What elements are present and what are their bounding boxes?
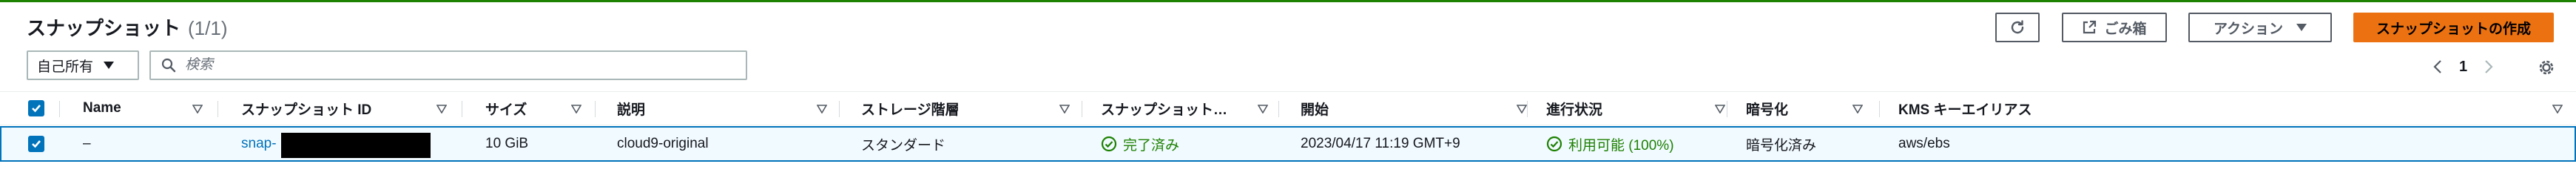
column-header-progress[interactable]: 進行状況: [1546, 92, 1602, 125]
cell-description: cloud9-original: [617, 136, 709, 151]
column-header-kms-alias[interactable]: KMS キーエイリアス: [1898, 92, 2032, 125]
check-icon: [32, 140, 41, 148]
select-all-checkbox[interactable]: [28, 92, 44, 125]
column-header-storage-tier[interactable]: ストレージ階層: [861, 92, 960, 125]
page-title-text: スナップショット: [27, 17, 181, 39]
cell-snapshot-id-link[interactable]: snap-: [241, 128, 277, 160]
cell-name: –: [83, 136, 91, 151]
column-separator: [1278, 101, 1279, 117]
actions-dropdown-button[interactable]: アクション: [2188, 13, 2332, 42]
owner-filter-value: 自己所有: [37, 59, 94, 75]
redacted-block: [281, 133, 431, 158]
column-separator: [1879, 101, 1880, 117]
column-separator: [1527, 101, 1528, 117]
column-separator: [839, 101, 840, 117]
table-row[interactable]: – snap- 10 GiB cloud9-original スタンダード 完了…: [0, 126, 2576, 162]
sort-caret-icon[interactable]: [1715, 105, 1725, 113]
sort-caret-icon[interactable]: [1059, 105, 1070, 113]
sort-caret-icon[interactable]: [571, 105, 581, 113]
search-icon: [161, 58, 176, 73]
cell-snapshot-status: 完了済み: [1101, 128, 1179, 160]
cell-storage-tier: スタンダード: [861, 137, 946, 154]
column-header-name[interactable]: Name: [83, 92, 121, 125]
sort-caret-icon[interactable]: [436, 105, 447, 113]
sort-caret-icon[interactable]: [1852, 105, 1863, 113]
external-link-icon: [2083, 20, 2097, 34]
column-header-description[interactable]: 説明: [617, 92, 645, 125]
chevron-left-icon[interactable]: [2432, 59, 2443, 75]
owner-filter-select[interactable]: 自己所有: [27, 50, 139, 80]
column-header-snapshot-id[interactable]: スナップショット ID: [241, 92, 371, 125]
column-header-started[interactable]: 開始: [1301, 92, 1329, 125]
cell-kms-alias: aws/ebs: [1898, 136, 1950, 151]
recycle-bin-label: ごみ箱: [2104, 21, 2147, 37]
top-status-border: [0, 0, 2576, 2]
refresh-button[interactable]: [1995, 13, 2040, 42]
check-circle-icon: [1546, 136, 1562, 152]
column-header-encryption[interactable]: 暗号化: [1746, 92, 1788, 125]
column-separator: [59, 101, 60, 117]
chevron-right-icon[interactable]: [2484, 59, 2494, 75]
recycle-bin-button[interactable]: ごみ箱: [2062, 13, 2167, 42]
sort-caret-icon[interactable]: [1517, 105, 1527, 113]
selection-count: (1/1): [188, 17, 228, 39]
refresh-icon: [2011, 20, 2024, 34]
cell-started: 2023/04/17 11:19 GMT+9: [1301, 136, 1460, 151]
column-header-snapshot-status[interactable]: スナップショット…: [1101, 92, 1227, 125]
create-snapshot-label: スナップショットの作成: [2376, 21, 2531, 37]
checkbox-checked[interactable]: [28, 100, 44, 116]
search-field[interactable]: [149, 50, 747, 80]
sort-caret-icon[interactable]: [192, 105, 203, 113]
row-checkbox[interactable]: [28, 128, 44, 160]
pagination: 1: [2432, 53, 2494, 80]
caret-down-icon: [104, 62, 115, 69]
actions-label: アクション: [2213, 21, 2284, 37]
checkbox-checked[interactable]: [28, 136, 44, 152]
check-icon: [32, 105, 41, 113]
cell-size: 10 GiB: [485, 136, 529, 151]
column-separator: [595, 101, 596, 117]
cell-encryption: 暗号化済み: [1746, 137, 1817, 154]
current-page-number[interactable]: 1: [2459, 59, 2467, 76]
page-title: スナップショット (1/1): [27, 13, 227, 43]
cell-progress: 利用可能 (100%): [1546, 128, 1674, 160]
check-circle-icon: [1101, 136, 1117, 152]
column-header-size[interactable]: サイズ: [485, 92, 527, 125]
sort-caret-icon[interactable]: [1258, 105, 1268, 113]
sort-caret-icon[interactable]: [817, 105, 827, 113]
search-input[interactable]: [185, 57, 703, 73]
snapshot-status-label: 完了済み: [1123, 137, 1180, 154]
progress-label: 利用可能 (100%): [1568, 137, 1674, 154]
gear-icon[interactable]: [2536, 57, 2557, 78]
table-header: Name スナップショット ID サイズ 説明 ストレージ階層 スナップショット…: [0, 91, 2576, 125]
caret-down-icon: [2296, 24, 2307, 31]
sort-caret-icon[interactable]: [2552, 105, 2563, 113]
create-snapshot-button[interactable]: スナップショットの作成: [2353, 13, 2554, 42]
